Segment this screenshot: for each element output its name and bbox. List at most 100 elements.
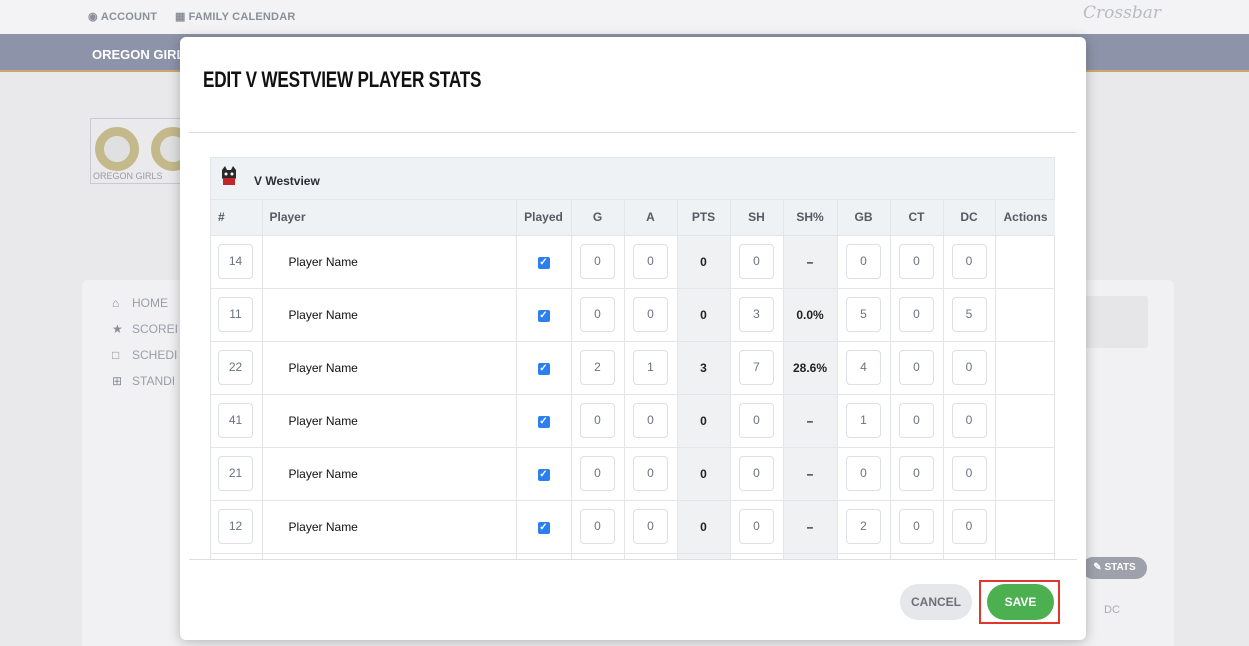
goals-input[interactable]: 0: [580, 297, 615, 332]
played-checkbox[interactable]: ✓: [537, 522, 550, 534]
col-header-number: #: [211, 200, 263, 236]
family-calendar-link[interactable]: ▦ FAMILY CALENDAR: [175, 10, 296, 23]
assists-input[interactable]: 0: [633, 403, 668, 438]
shots-input[interactable]: 0: [739, 403, 774, 438]
save-button-highlight: [979, 580, 1060, 624]
caused-turnovers-input[interactable]: 0: [899, 350, 934, 385]
shot-pct-value: –: [783, 447, 838, 501]
stats-scroll-area[interactable]: V Westview # Player Played G A PTS SH SH…: [210, 157, 1055, 559]
modal-header-divider: [189, 132, 1077, 133]
col-header-g: G: [571, 200, 625, 236]
caused-turnovers-input[interactable]: 0: [899, 244, 934, 279]
side-nav-scores[interactable]: ★ SCOREI: [112, 322, 178, 336]
caused-turnovers-input[interactable]: 0: [899, 297, 934, 332]
side-nav-home[interactable]: ⌂ HOME: [112, 296, 168, 310]
side-nav-standings[interactable]: ⊞ STANDI: [112, 374, 175, 388]
assists-input[interactable]: 1: [633, 350, 668, 385]
edit-stats-modal: Edit V Westview Player Stats V Westview: [180, 37, 1086, 640]
modal-title: Edit V Westview Player Stats: [203, 67, 482, 92]
ground-balls-input[interactable]: 0: [846, 244, 881, 279]
shots-input[interactable]: 0: [739, 244, 774, 279]
jersey-number-input[interactable]: 14: [218, 244, 253, 279]
played-checkbox[interactable]: ✓: [537, 257, 550, 269]
brand-logo[interactable]: Crossbar: [1083, 3, 1161, 23]
actions-cell: [995, 235, 1055, 289]
assists-input[interactable]: 0: [633, 456, 668, 491]
goals-input[interactable]: 0: [580, 403, 615, 438]
user-circle-icon: ◉: [88, 11, 98, 23]
logo-ring-left: [95, 127, 139, 171]
shots-input[interactable]: 0: [739, 509, 774, 544]
played-checkbox[interactable]: ✓: [537, 363, 550, 375]
goals-input[interactable]: 0: [580, 456, 615, 491]
ground-balls-input[interactable]: 2: [846, 509, 881, 544]
draw-controls-input[interactable]: 0: [951, 509, 987, 544]
team-name: OREGON GIRL: [92, 47, 185, 62]
table-row: 14 Player Name ✓ 0 0 0 0 – 0 0 0: [211, 235, 1055, 289]
draw-controls-input[interactable]: 0: [951, 456, 987, 491]
col-header-dc: DC: [943, 200, 996, 236]
goals-input[interactable]: 0: [580, 509, 615, 544]
wolverine-logo-icon: [222, 166, 236, 185]
col-header-actions: Actions: [995, 200, 1055, 236]
cancel-button[interactable]: CANCEL: [900, 584, 972, 620]
col-header-sh: SH: [730, 200, 784, 236]
col-header-a: A: [624, 200, 678, 236]
assists-input[interactable]: 0: [633, 297, 668, 332]
stats-button[interactable]: ✎ STATS: [1082, 557, 1147, 579]
draw-controls-input[interactable]: 0: [951, 244, 987, 279]
draw-controls-input[interactable]: 0: [951, 403, 987, 438]
shots-input[interactable]: 7: [739, 350, 774, 385]
background-dc-label: DC: [1104, 604, 1120, 616]
actions-cell: [995, 288, 1055, 342]
shot-pct-value: –: [783, 235, 838, 289]
goals-input[interactable]: 2: [580, 350, 615, 385]
shots-input[interactable]: 3: [739, 297, 774, 332]
col-header-player: Player: [262, 200, 517, 236]
stats-label: STATS: [1104, 562, 1136, 573]
actions-cell: [995, 500, 1055, 554]
side-nav-schedule-label: SCHEDI: [132, 348, 178, 362]
played-checkbox[interactable]: ✓: [537, 416, 550, 428]
team-logo-caption: OREGON GIRLS: [93, 171, 163, 181]
player-stats-table: # Player Played G A PTS SH SH% GB CT DC …: [211, 200, 1055, 559]
goals-input[interactable]: 0: [580, 244, 615, 279]
draw-controls-input[interactable]: 0: [951, 350, 987, 385]
shot-pct-value: 0.0%: [783, 288, 838, 342]
col-header-sh-pct: SH%: [783, 200, 838, 236]
table-row: 12 Player Name ✓ 0 0 0 0 – 2 0 0: [211, 500, 1055, 554]
points-value: 0: [677, 394, 731, 448]
ground-balls-input[interactable]: 0: [846, 456, 881, 491]
side-nav-standings-label: STANDI: [132, 374, 176, 388]
side-nav-schedule[interactable]: □ SCHEDI: [112, 348, 177, 362]
calendar-icon: □: [112, 348, 120, 362]
caused-turnovers-input[interactable]: 0: [899, 456, 934, 491]
team-logo: OREGON GIRLS: [90, 118, 195, 184]
jersey-number-input[interactable]: 41: [218, 403, 253, 438]
draw-controls-input[interactable]: 5: [951, 297, 987, 332]
jersey-number-input[interactable]: 21: [218, 456, 253, 491]
actions-cell: [995, 447, 1055, 501]
col-header-pts: PTS: [677, 200, 731, 236]
shot-pct-value: –: [783, 394, 838, 448]
caused-turnovers-input[interactable]: 0: [899, 403, 934, 438]
ground-balls-input[interactable]: 4: [846, 350, 881, 385]
assists-input[interactable]: 0: [633, 244, 668, 279]
ground-balls-input[interactable]: 5: [846, 297, 881, 332]
shots-input[interactable]: 0: [739, 456, 774, 491]
top-nav-bar: ◉ ACCOUNT ▦ FAMILY CALENDAR Crossbar: [0, 0, 1249, 34]
team-header: V Westview: [211, 158, 1054, 200]
account-label: ACCOUNT: [100, 11, 158, 23]
caused-turnovers-input[interactable]: 0: [899, 509, 934, 544]
actions-cell: [995, 341, 1055, 395]
shot-pct-value: –: [783, 500, 838, 554]
played-checkbox[interactable]: ✓: [537, 310, 550, 322]
jersey-number-input[interactable]: 11: [218, 297, 253, 332]
jersey-number-input[interactable]: 22: [218, 350, 253, 385]
player-name: Player Name: [262, 341, 517, 395]
played-checkbox[interactable]: ✓: [537, 469, 550, 481]
assists-input[interactable]: 0: [633, 509, 668, 544]
jersey-number-input[interactable]: 12: [218, 509, 253, 544]
account-link[interactable]: ◉ ACCOUNT: [88, 10, 157, 23]
ground-balls-input[interactable]: 1: [846, 403, 881, 438]
